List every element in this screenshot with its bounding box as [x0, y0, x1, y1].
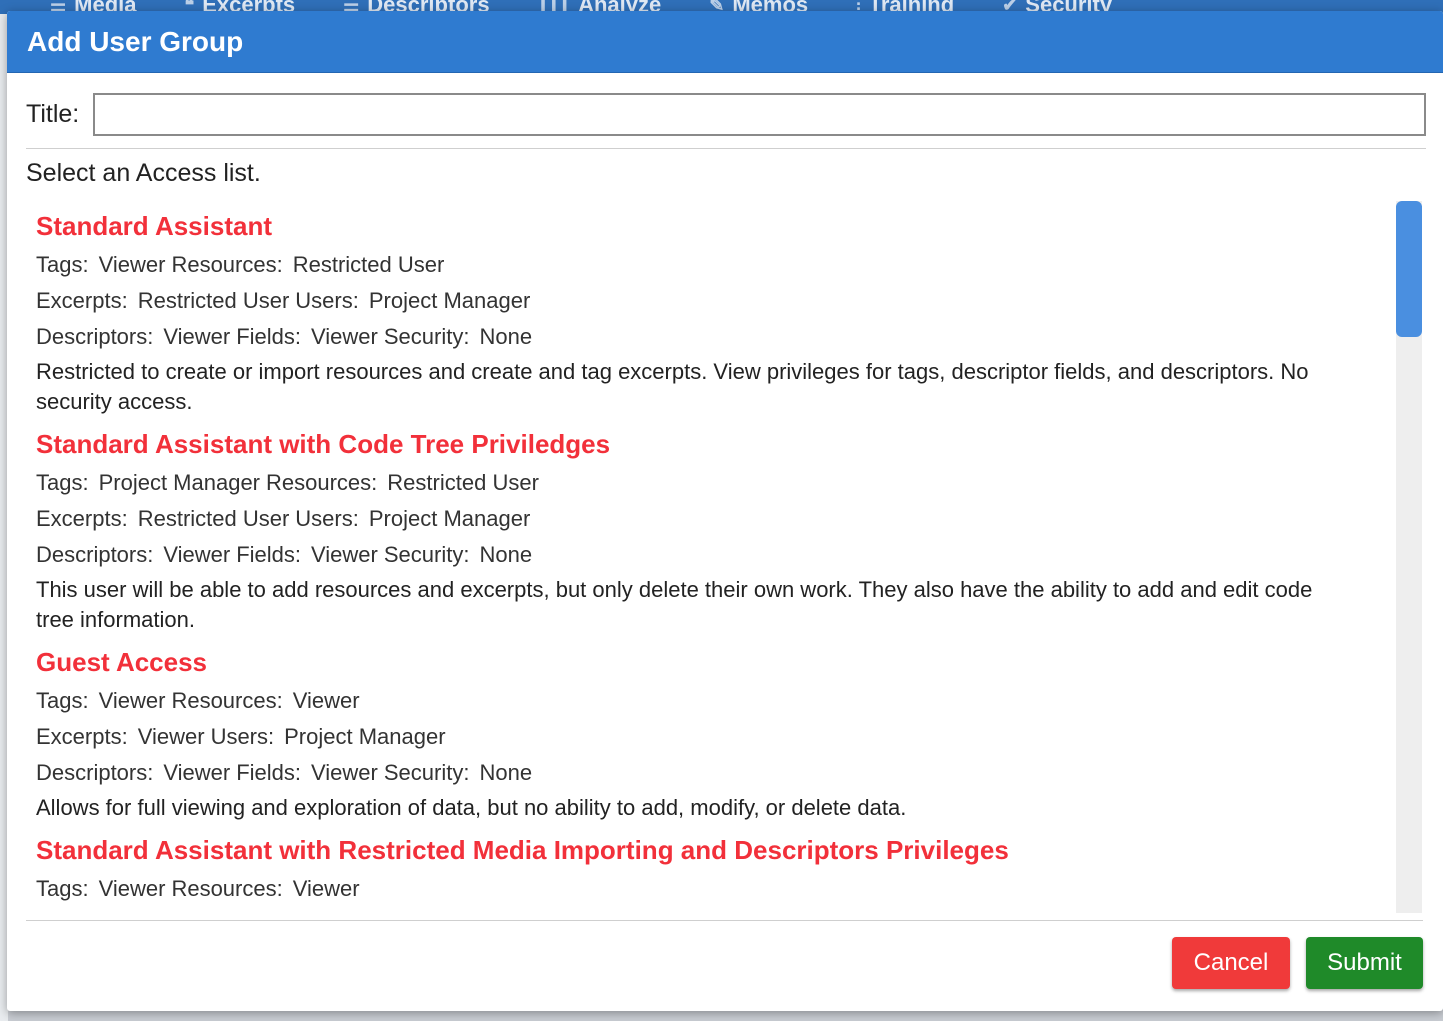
permission-value: Restricted User	[292, 252, 445, 277]
permission-key: Security:	[383, 760, 470, 785]
permission-key: Descriptors:	[36, 542, 154, 567]
permission-value: Viewer	[98, 252, 166, 277]
permission-line: Descriptors: Viewer Fields: Viewer Security:…	[36, 319, 1396, 355]
permission-line: Descriptors: Viewer Fields: Viewer Security:…	[36, 755, 1396, 791]
access-list-name-link[interactable]: Guest Access	[36, 645, 1396, 679]
access-list-description: This user will be able to add resources …	[36, 577, 1313, 632]
permission-value: Project Manager	[368, 288, 531, 313]
permission-key: Descriptors:	[36, 324, 154, 349]
access-list-scroll-area[interactable]: Standard Assistant Tags: Viewer Resources: R…	[26, 201, 1426, 913]
permission-value: Project Manager	[284, 724, 446, 749]
permission-line: Tags: Project Manager Resources: Restricted…	[36, 465, 1396, 501]
scrollbar-track[interactable]	[1396, 201, 1422, 913]
dialog-title: Add User Group	[27, 25, 244, 57]
permission-value: Restricted User	[137, 288, 290, 313]
permission-key: Security:	[383, 324, 470, 349]
permission-key: Tags:	[36, 688, 89, 713]
permission-value: Viewer	[311, 760, 378, 785]
permission-value: Project Manager	[368, 506, 531, 531]
permission-line: Excerpts: Viewer Users: Project Manager	[36, 719, 1396, 755]
permission-value: Viewer	[311, 542, 378, 567]
permission-key: Excerpts:	[36, 724, 128, 749]
permission-key: Excerpts:	[36, 506, 128, 531]
access-list-item[interactable]: Standard Assistant with Code Tree Privil…	[36, 427, 1396, 635]
access-list-instruction: Select an Access list.	[26, 159, 261, 187]
permission-value: Project Manager	[98, 470, 261, 495]
access-list: Standard Assistant Tags: Viewer Resources: R…	[26, 201, 1396, 907]
permission-key: Fields:	[236, 542, 302, 567]
permission-value: Restricted User	[387, 470, 539, 495]
title-label: Title:	[26, 100, 80, 128]
permission-key: Tags:	[36, 876, 89, 901]
access-list-description: Restricted to create or import resources…	[36, 359, 1309, 414]
dialog-header: Add User Group	[7, 11, 1443, 73]
permission-key: Users:	[295, 506, 359, 531]
add-user-group-dialog: Add User Group Title: Select an Access l…	[7, 11, 1443, 1011]
permission-value: None	[479, 542, 533, 567]
access-list-item[interactable]: Standard Assistant Tags: Viewer Resources: R…	[36, 209, 1396, 417]
permission-key: Excerpts:	[36, 288, 128, 313]
scrollbar-thumb[interactable]	[1396, 201, 1422, 337]
permission-key: Security:	[383, 542, 470, 567]
permission-key: Resources:	[171, 876, 283, 901]
permission-value: Viewer	[292, 688, 360, 713]
access-list-name-link[interactable]: Standard Assistant with Restricted Media…	[36, 833, 1396, 867]
cancel-button[interactable]: Cancel	[1172, 937, 1290, 989]
permission-value: None	[479, 760, 533, 785]
access-list-description: Allows for full viewing and exploration …	[36, 795, 907, 820]
permission-line: Tags: Viewer Resources: Viewer	[36, 683, 1396, 719]
permission-value: Viewer	[98, 688, 166, 713]
permission-key: Users:	[295, 288, 359, 313]
permission-line: Tags: Viewer Resources: Viewer	[36, 871, 1396, 907]
permission-key: Resources:	[171, 688, 283, 713]
permission-key: Descriptors:	[36, 760, 154, 785]
permission-value: Viewer	[98, 876, 166, 901]
permission-key: Resources:	[266, 470, 378, 495]
divider	[26, 920, 1423, 921]
permission-line: Excerpts: Restricted User Users: Project Ma…	[36, 283, 1396, 319]
permission-key: Resources:	[171, 252, 283, 277]
permission-line: Descriptors: Viewer Fields: Viewer Security:…	[36, 537, 1396, 573]
permission-value: Viewer	[163, 542, 231, 567]
permission-value: Viewer	[292, 876, 360, 901]
permission-value: Viewer	[163, 760, 231, 785]
permission-key: Tags:	[36, 252, 89, 277]
permission-value: Viewer	[163, 324, 231, 349]
permission-value: Viewer	[311, 324, 378, 349]
permission-key: Fields:	[236, 324, 302, 349]
permission-key: Tags:	[36, 470, 89, 495]
access-list-name-link[interactable]: Standard Assistant with Code Tree Privil…	[36, 427, 1396, 461]
permission-key: Fields:	[236, 760, 302, 785]
access-list-name-link[interactable]: Standard Assistant	[36, 209, 1396, 243]
permission-line: Tags: Viewer Resources: Restricted User	[36, 247, 1396, 283]
permission-line: Excerpts: Restricted User Users: Project Ma…	[36, 501, 1396, 537]
access-list-item[interactable]: Standard Assistant with Restricted Media…	[36, 833, 1396, 907]
submit-button[interactable]: Submit	[1306, 937, 1423, 989]
permission-value: None	[479, 324, 533, 349]
permission-key: Users:	[210, 724, 275, 749]
permission-value: Restricted User	[137, 506, 290, 531]
title-input[interactable]	[93, 93, 1426, 136]
access-list-item[interactable]: Guest Access Tags: Viewer Resources: Viewer E…	[36, 645, 1396, 823]
permission-value: Viewer	[137, 724, 205, 749]
title-row: Title:	[7, 73, 1443, 148]
